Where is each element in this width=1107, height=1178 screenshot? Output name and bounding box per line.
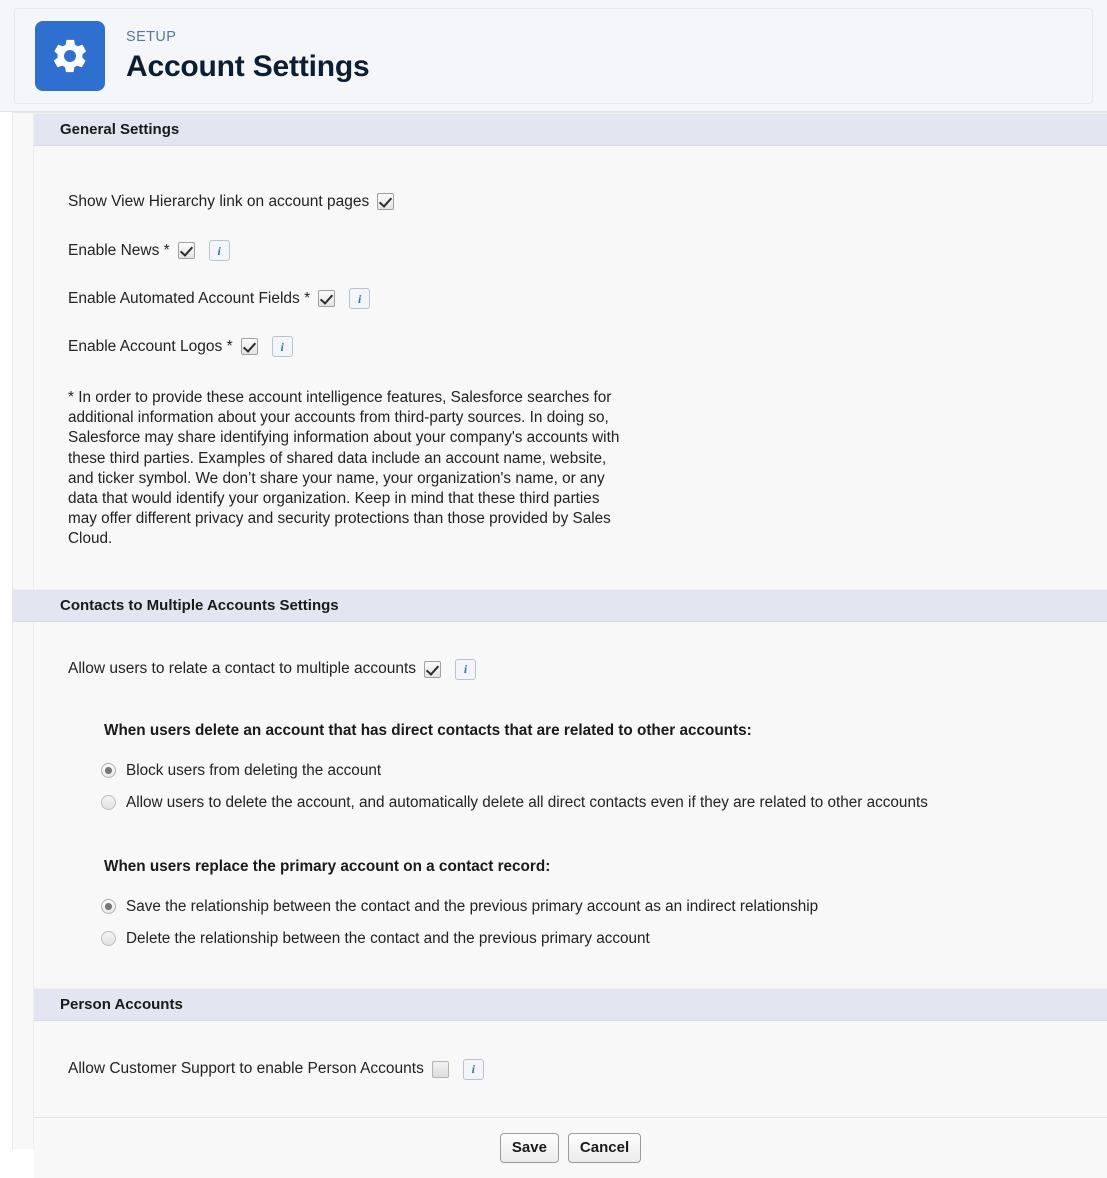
form-action-bar: Save Cancel xyxy=(34,1116,1107,1178)
section-title-general: General Settings xyxy=(60,121,180,138)
setting-row-automated-account-fields[interactable]: Enable Automated Account Fields * i xyxy=(34,261,1107,309)
info-icon-person-accounts[interactable]: i xyxy=(462,1058,484,1080)
checkbox-enable-news[interactable] xyxy=(177,242,195,259)
radio-input-save-relationship[interactable] xyxy=(101,899,116,915)
section-body-contacts-multiple-accounts: Allow users to relate a contact to multi… xyxy=(34,621,1107,988)
section-title-person-accounts: Person Accounts xyxy=(60,995,183,1013)
radio-label-allow-delete: Allow users to delete the account, and a… xyxy=(126,793,928,811)
radio-input-block-delete[interactable] xyxy=(101,763,116,779)
section-body-person-accounts: Allow Customer Support to enable Person … xyxy=(34,1020,1107,1117)
setting-row-enable-news[interactable]: Enable News * i xyxy=(34,210,1107,261)
radio-label-delete-relationship: Delete the relationship between the cont… xyxy=(126,929,650,947)
account-intelligence-disclaimer: * In order to provide these account inte… xyxy=(68,389,620,548)
setting-row-show-view-hierarchy[interactable]: Show View Hierarchy link on account page… xyxy=(34,146,1107,210)
checkbox-person-accounts[interactable] xyxy=(431,1060,449,1078)
setting-label-person-accounts: Allow Customer Support to enable Person … xyxy=(68,1060,424,1078)
radio-group-heading-replace-primary: When users replace the primary account o… xyxy=(104,857,551,875)
info-icon-automated-account-fields[interactable]: i xyxy=(349,288,371,309)
cancel-button[interactable]: Cancel xyxy=(567,1132,642,1163)
setting-label-automated-account-fields: Enable Automated Account Fields * xyxy=(68,289,311,307)
radio-option-save-relationship[interactable]: Save the relationship between the contac… xyxy=(101,898,1107,916)
setting-label-show-view-hierarchy: Show View Hierarchy link on account page… xyxy=(68,192,370,210)
checkbox-show-view-hierarchy[interactable] xyxy=(377,193,395,210)
radio-input-allow-delete[interactable] xyxy=(101,795,116,811)
setup-eyebrow: SETUP xyxy=(126,28,177,45)
radio-label-block-delete: Block users from deleting the account xyxy=(126,761,382,779)
setting-row-account-logos[interactable]: Enable Account Logos * i xyxy=(34,309,1107,357)
page-header: SETUP Account Settings xyxy=(0,0,1107,112)
radio-option-delete-relationship[interactable]: Delete the relationship between the cont… xyxy=(101,930,1107,988)
radio-input-delete-relationship[interactable] xyxy=(101,931,116,947)
info-icon-allow-multiple-accounts[interactable]: i xyxy=(455,658,477,680)
checkbox-account-logos[interactable] xyxy=(240,338,258,355)
section-body-general: Show View Hierarchy link on account page… xyxy=(34,146,1107,589)
info-icon-enable-news[interactable]: i xyxy=(208,240,230,261)
header-text-block: SETUP Account Settings xyxy=(126,28,370,83)
section-header-general: General Settings xyxy=(34,113,1107,146)
section-header-contacts-multiple-accounts: Contacts to Multiple Accounts Settings xyxy=(13,588,1107,622)
radio-group-heading-delete-account: When users delete an account that has di… xyxy=(104,721,752,739)
setting-row-allow-multiple-accounts[interactable]: Allow users to relate a contact to multi… xyxy=(34,622,1107,680)
checkbox-allow-multiple-accounts[interactable] xyxy=(424,660,442,678)
settings-panel-inner: General Settings Show View Hierarchy lin… xyxy=(13,113,1107,1178)
section-header-person-accounts: Person Accounts xyxy=(34,987,1107,1021)
checkbox-automated-account-fields[interactable] xyxy=(318,290,336,307)
save-button[interactable]: Save xyxy=(499,1132,559,1163)
radio-option-block-delete[interactable]: Block users from deleting the account xyxy=(101,762,1107,780)
radio-label-save-relationship: Save the relationship between the contac… xyxy=(126,897,819,915)
gear-icon xyxy=(35,21,105,91)
setting-label-account-logos: Enable Account Logos * xyxy=(68,337,233,355)
page-title: Account Settings xyxy=(126,49,370,83)
section-title-contacts-multiple-accounts: Contacts to Multiple Accounts Settings xyxy=(60,596,339,614)
setting-label-allow-multiple-accounts: Allow users to relate a contact to multi… xyxy=(68,660,417,678)
setting-label-enable-news: Enable News * xyxy=(68,241,170,259)
info-icon-account-logos[interactable]: i xyxy=(271,336,293,357)
settings-panel-wrap: General Settings Show View Hierarchy lin… xyxy=(0,112,1107,1178)
radio-option-allow-delete[interactable]: Allow users to delete the account, and a… xyxy=(101,794,1107,812)
setting-row-person-accounts[interactable]: Allow Customer Support to enable Person … xyxy=(34,1021,1107,1117)
setup-header-card: SETUP Account Settings xyxy=(14,8,1093,104)
settings-panel: General Settings Show View Hierarchy lin… xyxy=(12,112,1107,1178)
